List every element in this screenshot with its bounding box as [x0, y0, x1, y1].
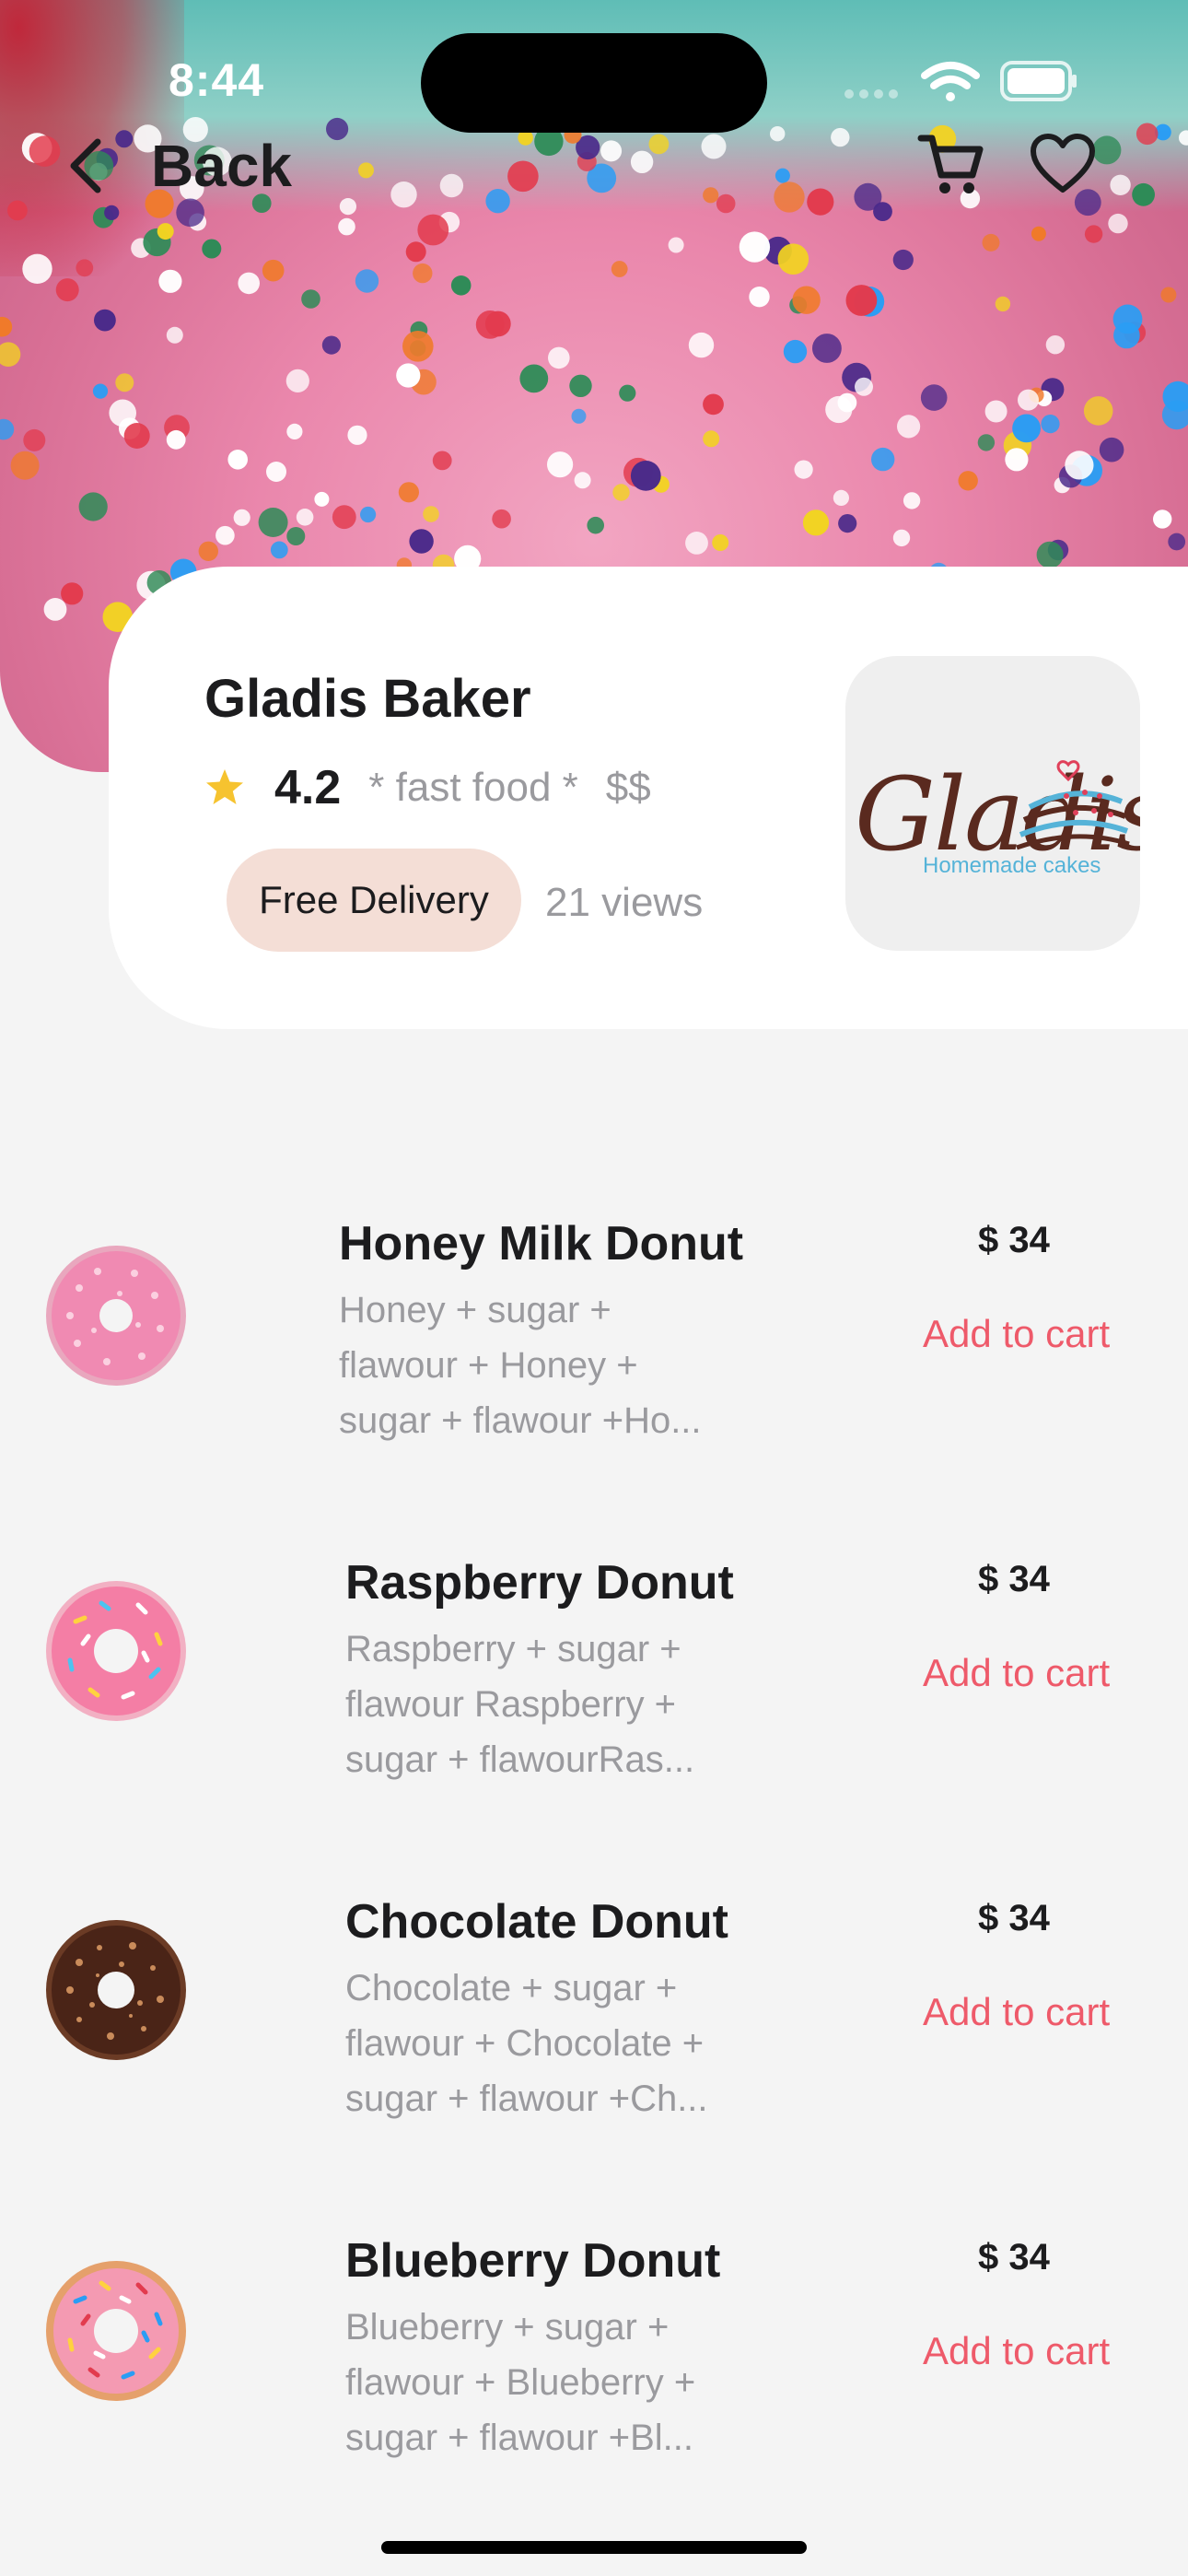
- shop-logo: Gladis Homemade cakes: [845, 656, 1140, 951]
- free-delivery-badge: Free Delivery: [227, 849, 521, 952]
- product-price: $ 34: [978, 1898, 1050, 1938]
- product-title: Honey Milk Donut: [339, 1217, 744, 1270]
- product-description: Raspberry + sugar + flawour Raspberry + …: [345, 1629, 695, 1780]
- cellular-icon: [844, 89, 898, 99]
- add-to-cart-button[interactable]: Add to cart: [923, 1990, 1110, 2034]
- product-title: Raspberry Donut: [345, 1556, 734, 1610]
- product-price: $ 34: [978, 1220, 1050, 1260]
- wifi-icon: [921, 62, 980, 101]
- product-description: Blueberry + sugar + flawour + Blueberry …: [345, 2307, 696, 2458]
- pink-donut-icon: [46, 1246, 186, 1386]
- product-title: Chocolate Donut: [345, 1895, 728, 1949]
- shop-name: Gladis Baker: [204, 669, 531, 729]
- back-button[interactable]: Back: [64, 129, 292, 203]
- product-price: $ 34: [978, 1559, 1050, 1599]
- product-row-honey-milk[interactable]: Honey Milk Donut Honey + sugar + flawour…: [0, 1216, 1188, 1493]
- logo-tagline: Homemade cakes: [923, 853, 1101, 878]
- rating-value: 4.2: [274, 761, 342, 814]
- dynamic-island: [421, 33, 767, 133]
- rating-row: 4.2 * fast food * $$: [204, 760, 651, 815]
- views-count: 21 views: [545, 880, 704, 925]
- product-row-chocolate[interactable]: Chocolate Donut Chocolate + sugar + flaw…: [0, 1894, 1188, 2171]
- price-level: $$: [605, 765, 651, 810]
- shop-info-card: Gladis Baker 4.2 * fast food * $$ Free D…: [109, 567, 1188, 1029]
- status-icons: [844, 61, 1077, 101]
- home-indicator: [381, 2541, 807, 2554]
- product-description: Chocolate + sugar + flawour + Chocolate …: [345, 1968, 708, 2119]
- product-title: Blueberry Donut: [345, 2234, 721, 2288]
- cart-icon[interactable]: [915, 129, 985, 199]
- product-price: $ 34: [978, 2237, 1050, 2277]
- back-label: Back: [151, 133, 292, 199]
- chocolate-donut-icon: [46, 1920, 186, 2060]
- star-icon: [206, 769, 243, 804]
- add-to-cart-button[interactable]: Add to cart: [923, 2329, 1110, 2373]
- cake-icon: [1016, 760, 1130, 850]
- sprinkle-donut-icon: [46, 2261, 186, 2401]
- chevron-left-icon: [70, 138, 101, 193]
- category-label: * fast food *: [368, 765, 578, 810]
- battery-icon: [1000, 61, 1077, 101]
- status-time: 8:44: [169, 54, 265, 106]
- heart-icon[interactable]: [1028, 129, 1098, 199]
- sprinkle-donut-icon: [46, 1581, 186, 1721]
- product-row-raspberry[interactable]: Raspberry Donut Raspberry + sugar + flaw…: [0, 1555, 1188, 1832]
- product-row-blueberry[interactable]: Blueberry Donut Blueberry + sugar + flaw…: [0, 2233, 1188, 2510]
- add-to-cart-button[interactable]: Add to cart: [923, 1651, 1110, 1695]
- add-to-cart-button[interactable]: Add to cart: [923, 1312, 1110, 1356]
- product-description: Honey + sugar + flawour + Honey + sugar …: [339, 1290, 702, 1441]
